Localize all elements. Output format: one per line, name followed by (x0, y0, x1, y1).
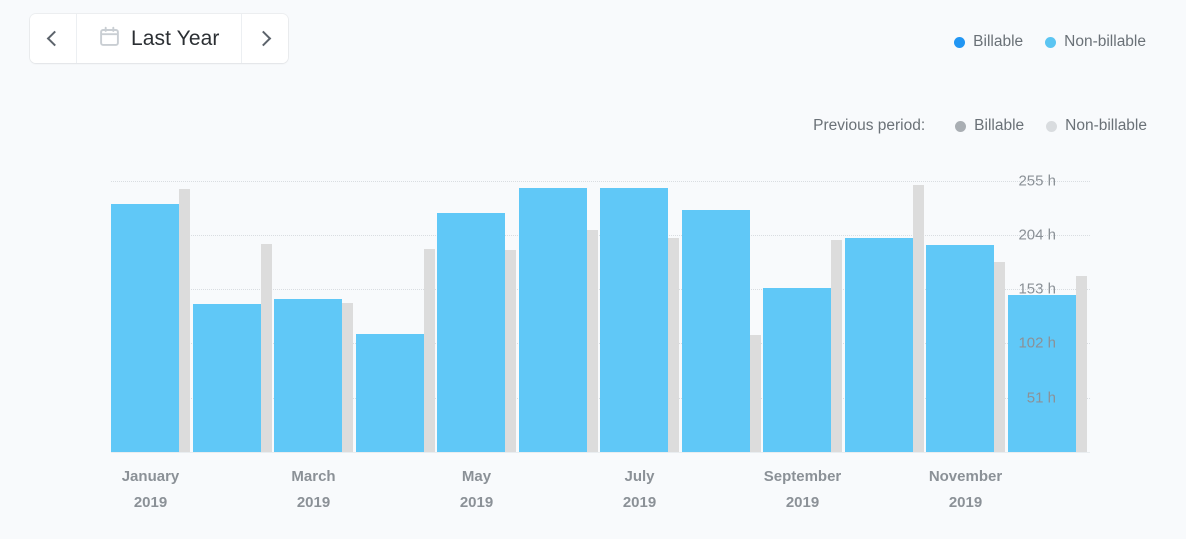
legend-dot-billable (954, 36, 966, 48)
date-range-selector[interactable]: Last Year (77, 14, 242, 63)
y-axis-tick-label: 153 h (1018, 280, 1056, 298)
legend-item-non-billable[interactable]: Non-billable (1045, 33, 1146, 51)
x-axis-year: 2019 (785, 494, 820, 511)
gridline (111, 343, 1090, 345)
bar-previous-period[interactable] (994, 262, 1005, 453)
legend-dot-non-billable (1045, 36, 1057, 48)
date-range-label: Last Year (131, 26, 220, 50)
toolbar: Last Year Billable Non-billable Previous… (0, 0, 1186, 134)
bar-current-period[interactable] (926, 245, 994, 453)
x-axis-tick-label: July 2019 (570, 464, 710, 516)
bar-previous-period[interactable] (668, 237, 679, 453)
bar-previous-period[interactable] (831, 240, 842, 453)
x-axis-month: March (291, 468, 336, 485)
x-axis-tick-label: January 2019 (81, 464, 221, 516)
bar-current-period[interactable] (600, 187, 668, 453)
previous-period-button[interactable] (30, 14, 77, 63)
legend-label-billable: Billable (973, 33, 1024, 50)
bar-previous-period[interactable] (912, 184, 924, 453)
x-axis-tick-label: September 2019 (733, 464, 873, 516)
chart-plot-area (111, 170, 1090, 453)
bar-previous-period[interactable] (423, 248, 435, 453)
bar-previous-period[interactable] (586, 230, 598, 453)
legend-dot-prev-non-billable (1046, 120, 1058, 132)
bar-current-period[interactable] (763, 287, 831, 453)
y-axis-tick-label: 51 h (1026, 389, 1056, 407)
y-axis-tick-label: 255 h (1018, 172, 1056, 189)
legend-item-billable[interactable]: Billable (954, 33, 1023, 51)
bar-current-period[interactable] (518, 187, 587, 453)
x-axis-tick-label: November 2019 (896, 464, 1036, 516)
x-axis-month: November (928, 468, 1003, 485)
x-axis-month: September (763, 468, 842, 485)
legend-item-prev-billable[interactable]: Billable (955, 117, 1024, 135)
gridline (111, 397, 1090, 399)
x-axis-year: 2019 (948, 494, 983, 511)
x-axis-year: 2019 (133, 494, 168, 511)
legend-previous-period: Previous period: Billable Non-billable (813, 117, 1147, 135)
x-axis-year: 2019 (622, 494, 657, 511)
x-axis-month: May (461, 468, 492, 485)
gridline (111, 180, 1090, 182)
next-period-button[interactable] (241, 14, 289, 63)
previous-period-title: Previous period: (813, 117, 926, 134)
bar-previous-period[interactable] (342, 302, 353, 453)
bar-previous-period[interactable] (749, 334, 761, 453)
x-axis-month: July (624, 468, 655, 485)
bar-current-period[interactable] (681, 210, 750, 453)
bar-current-period[interactable] (111, 203, 179, 453)
y-axis-tick-label: 102 h (1018, 334, 1056, 352)
chart-axis-baseline (111, 452, 1090, 453)
calendar-icon (99, 26, 120, 52)
bar-current-period[interactable] (192, 303, 261, 453)
gridline (111, 289, 1090, 291)
legend-label-prev-non-billable: Non-billable (1065, 117, 1147, 134)
x-axis-year: 2019 (296, 494, 331, 511)
gridline (111, 234, 1090, 236)
chevron-left-icon (46, 30, 63, 47)
legend-label-prev-billable: Billable (974, 117, 1025, 134)
x-axis-year: 2019 (459, 494, 494, 511)
x-axis-month: January (121, 468, 180, 485)
bar-current-period[interactable] (844, 237, 913, 453)
legend-dot-prev-billable (955, 120, 967, 132)
chevron-right-icon (256, 30, 272, 47)
x-axis-tick-label: May 2019 (407, 464, 547, 516)
bar-current-period[interactable] (1007, 295, 1076, 453)
bar-previous-period[interactable] (505, 249, 516, 453)
y-axis-tick-label: 204 h (1018, 226, 1056, 244)
legend-current-period: Billable Non-billable (954, 33, 1146, 51)
bar-current-period[interactable] (437, 213, 505, 453)
bar-current-period[interactable] (274, 298, 342, 453)
x-axis-tick-label: March 2019 (244, 464, 384, 516)
bar-current-period[interactable] (355, 333, 424, 453)
bar-previous-period[interactable] (1075, 276, 1087, 453)
bar-previous-period[interactable] (260, 244, 272, 453)
legend-label-non-billable: Non-billable (1064, 33, 1146, 50)
legend-item-prev-non-billable[interactable]: Non-billable (1046, 117, 1147, 135)
date-range-control[interactable]: Last Year (30, 14, 289, 63)
bar-previous-period[interactable] (179, 188, 190, 453)
